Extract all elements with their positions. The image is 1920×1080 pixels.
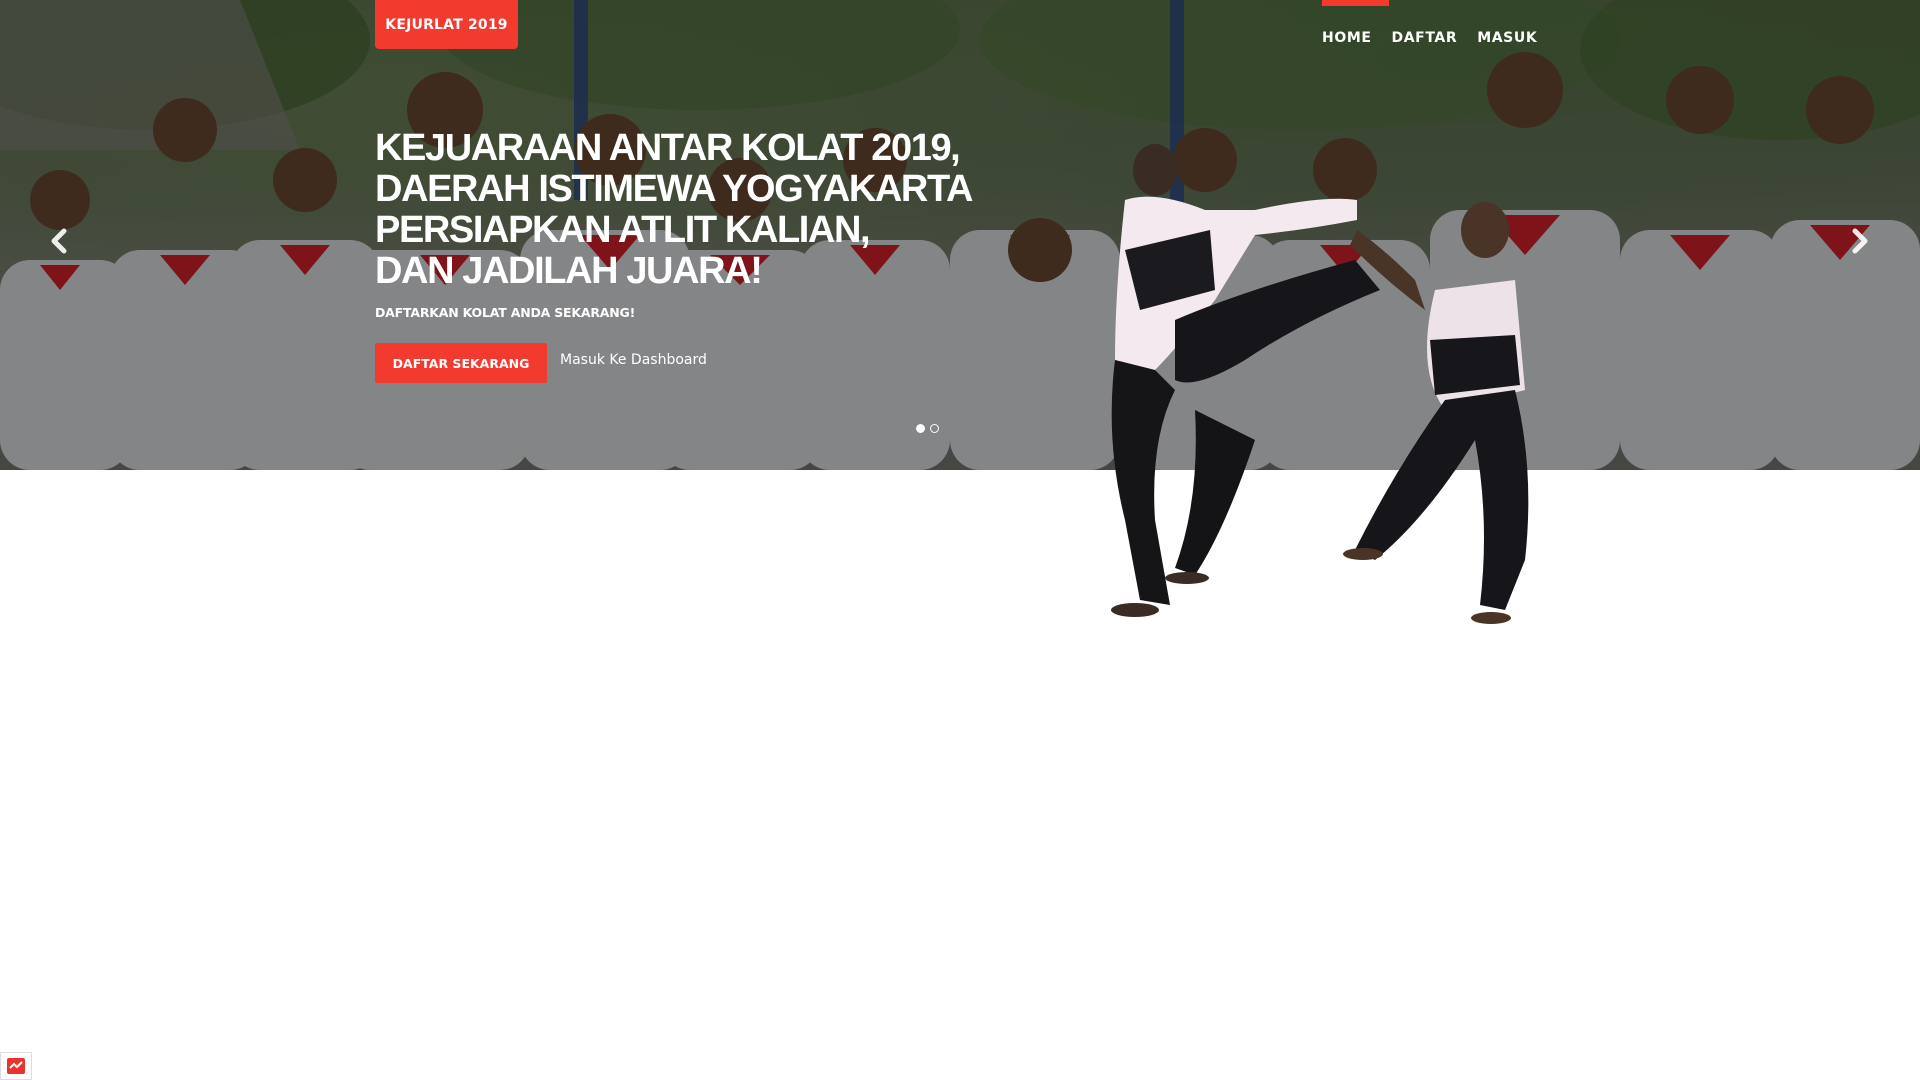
headline-line: KEJUARAAN ANTAR KOLAT 2019, xyxy=(375,127,961,169)
brand-logo-button[interactable]: KEJURLAT 2019 xyxy=(375,0,518,49)
headline-line: DAERAH ISTIMEWA YOGYAKARTA xyxy=(375,168,973,210)
nav-item-daftar[interactable]: DAFTAR xyxy=(1392,30,1458,46)
dashboard-link[interactable]: Masuk Ke Dashboard xyxy=(560,352,707,368)
register-now-button[interactable]: DAFTAR SEKARANG xyxy=(375,343,547,383)
hero-carousel: KEJURLAT 2019 HOME DAFTAR MASUK KEJUARAA… xyxy=(0,0,1920,470)
nav-item-masuk[interactable]: MASUK xyxy=(1477,30,1537,46)
headline-line: PERSIAPKAN ATLIT KALIAN, xyxy=(375,209,871,251)
main-nav: HOME DAFTAR MASUK xyxy=(1322,30,1537,46)
carousel-dot[interactable] xyxy=(930,424,939,433)
hero-headline: KEJUARAAN ANTAR KOLAT 2019, DAERAH ISTIM… xyxy=(375,128,1015,292)
page: KEJURLAT 2019 HOME DAFTAR MASUK KEJUARAA… xyxy=(0,0,1920,1080)
chevron-right-icon xyxy=(1852,228,1868,254)
carousel-indicators xyxy=(916,424,939,433)
chevron-left-icon xyxy=(51,228,67,254)
carousel-prev-button[interactable] xyxy=(45,226,75,256)
fighters-illustration xyxy=(1111,144,1529,624)
headline-line: DAN JADILAH JUARA! xyxy=(375,250,763,292)
app-logo-badge[interactable] xyxy=(0,1052,32,1080)
carousel-dot[interactable] xyxy=(916,424,925,433)
hero-subhead: DAFTARKAN KOLAT ANDA SEKARANG! xyxy=(375,305,636,320)
app-logo-icon xyxy=(7,1058,25,1074)
nav-item-home[interactable]: HOME xyxy=(1322,30,1372,46)
nav-active-indicator xyxy=(1322,0,1389,6)
carousel-next-button[interactable] xyxy=(1844,226,1874,256)
